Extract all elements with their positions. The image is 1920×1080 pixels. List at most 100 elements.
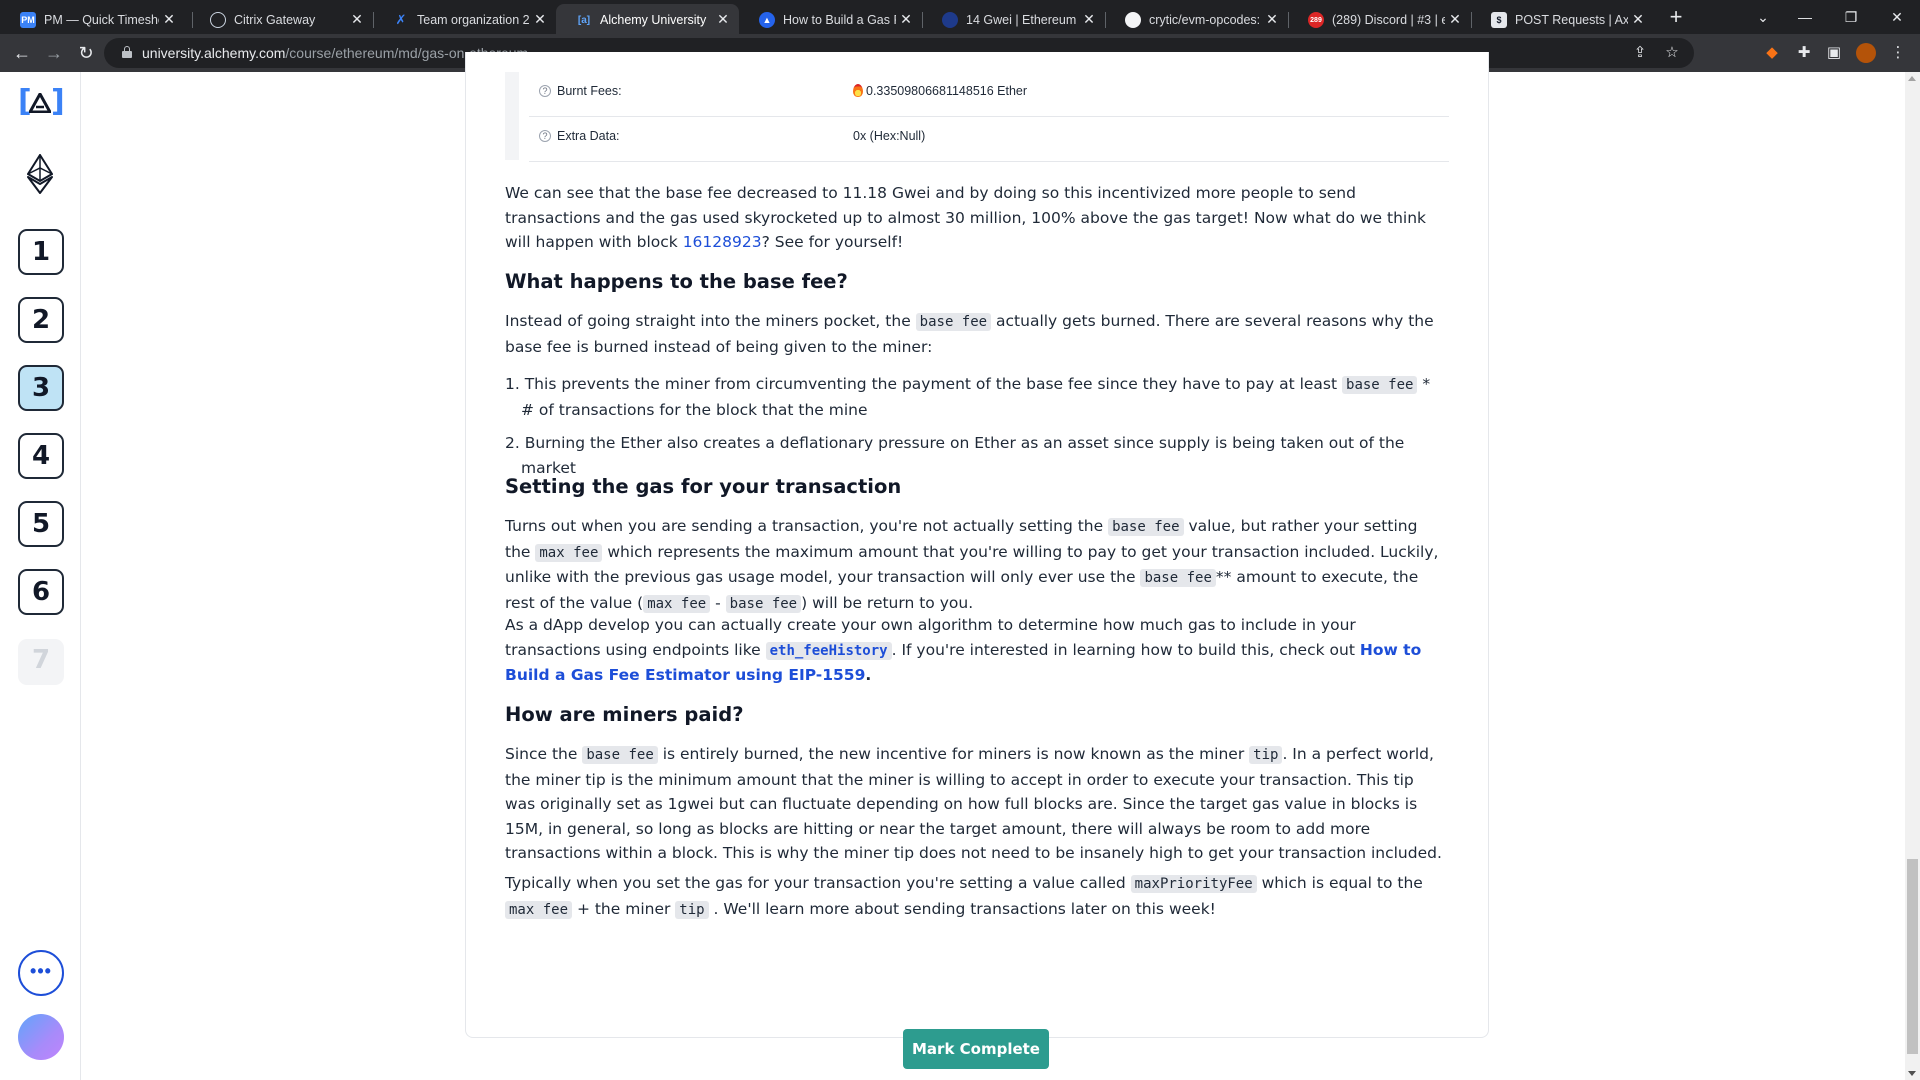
text: .: [865, 666, 872, 684]
scrollbar-thumb[interactable]: [1907, 859, 1918, 1054]
extensions-puzzle-icon[interactable]: ✚: [1794, 43, 1814, 63]
step-button-7-locked[interactable]: 7: [18, 639, 64, 685]
user-avatar[interactable]: [18, 1014, 64, 1060]
browser-tab[interactable]: Citrix Gateway ✕: [190, 4, 373, 34]
browser-menu-icon[interactable]: ⋮: [1888, 43, 1908, 63]
step-button-3-current[interactable]: 3: [18, 365, 64, 411]
inline-code: base fee: [1140, 569, 1216, 587]
text: + the miner: [572, 899, 676, 918]
close-tab-icon[interactable]: ✕: [349, 11, 365, 27]
restore-window-button[interactable]: ❐: [1836, 6, 1866, 28]
browser-tab[interactable]: 289 (289) Discord | #3 | eth ✕: [1288, 4, 1471, 34]
paragraph-max-fee: Turns out when you are sending a transac…: [505, 514, 1447, 616]
share-icon[interactable]: ⇪: [1630, 43, 1650, 63]
alchemy-university-favicon-icon: [a]: [577, 14, 591, 26]
inline-code: tip: [1249, 746, 1283, 764]
url-host: university.alchemy.com: [142, 45, 286, 61]
help-circle-icon: ?: [539, 85, 551, 97]
text: Instead of going straight into the miner…: [505, 312, 916, 330]
close-tab-icon[interactable]: ✕: [1447, 11, 1463, 27]
text: is entirely burned, the new incentive fo…: [657, 745, 1250, 763]
paragraph-base-fee-burned: Instead of going straight into the miner…: [505, 309, 1447, 359]
course-sidebar: [ ] 1 2 3 4 5 6 7 •••: [0, 72, 81, 1080]
burnt-fees-row: ? Burnt Fees: 0.33509806681148516 Ether: [529, 72, 1449, 117]
close-tab-icon[interactable]: ✕: [715, 11, 731, 27]
timesheet-favicon-icon: PM: [20, 12, 36, 28]
tab-title: POST Requests | Axios: [1515, 13, 1628, 27]
ethereum-icon[interactable]: [27, 154, 53, 194]
minimize-window-button[interactable]: —: [1790, 6, 1820, 28]
burnt-fees-value: 0.33509806681148516 Ether: [853, 84, 1027, 98]
page: [ ] 1 2 3 4 5 6 7 ••• ? Burnt Fees: 0.33…: [0, 52, 1920, 1080]
text: which is equal to the: [1256, 874, 1423, 892]
fee-history-code-link[interactable]: eth_feeHistory: [765, 641, 892, 660]
browser-tab[interactable]: crytic/evm-opcodes: E ✕: [1105, 4, 1288, 34]
text: Turns out when you are sending a transac…: [505, 517, 1109, 535]
inline-code: base fee: [582, 746, 658, 764]
browser-tab[interactable]: 14 Gwei | Ethereum G ✕: [922, 4, 1105, 34]
tab-title: Alchemy University: [600, 13, 707, 27]
flame-icon: [853, 84, 863, 97]
heading-what-happens-base-fee: What happens to the base fee?: [505, 270, 848, 293]
inline-code: base fee: [1342, 376, 1418, 394]
list-item: 1. This prevents the miner from circumve…: [505, 372, 1447, 422]
inline-code: tip: [675, 900, 709, 919]
extra-data-value: 0x (Hex:Null): [853, 129, 926, 143]
bookmark-star-icon[interactable]: ☆: [1662, 43, 1682, 63]
alchemy-triangle-icon: [29, 93, 51, 113]
reload-icon[interactable]: ↻: [74, 41, 98, 65]
close-window-button[interactable]: ✕: [1882, 6, 1912, 28]
profile-avatar-icon[interactable]: [1856, 43, 1876, 63]
text: ? See for yourself!: [761, 233, 904, 251]
browser-tab[interactable]: ▲ How to Build a Gas Fe ✕: [739, 4, 922, 34]
metamask-extension-icon[interactable]: ◆: [1762, 43, 1782, 63]
inline-code: base fee: [725, 594, 802, 613]
heading-miners-paid: How are miners paid?: [505, 703, 744, 726]
tab-title: Citrix Gateway: [234, 13, 316, 27]
close-tab-icon[interactable]: ✕: [898, 11, 914, 27]
step-button-6[interactable]: 6: [18, 569, 64, 615]
step-button-5[interactable]: 5: [18, 501, 64, 547]
browser-tab-active[interactable]: [a] Alchemy University ✕: [556, 4, 739, 34]
back-arrow-icon[interactable]: ←: [10, 41, 34, 65]
inline-code: base fee: [1108, 518, 1184, 536]
tab-title: PM — Quick Timeshee: [44, 13, 159, 27]
inline-code: max fee: [643, 594, 711, 613]
step-button-4[interactable]: 4: [18, 433, 64, 479]
step-button-2[interactable]: 2: [18, 297, 64, 343]
text: Typically when you set the gas for your …: [505, 874, 1131, 892]
step-button-1[interactable]: 1: [18, 229, 64, 275]
browser-tab[interactable]: ✗ Team organization 202 ✕: [373, 4, 556, 34]
text: We can see that the base fee decreased t…: [505, 184, 1427, 251]
browser-tab[interactable]: $ POST Requests | Axios ✕: [1471, 4, 1654, 34]
text: ) will be return to you.: [801, 593, 974, 612]
close-tab-icon[interactable]: ✕: [161, 11, 177, 27]
more-options-button[interactable]: •••: [18, 950, 64, 996]
tab-search-icon[interactable]: ⌄: [1748, 6, 1778, 28]
page-scrollbar[interactable]: [1905, 72, 1920, 1080]
close-tab-icon[interactable]: ✕: [532, 11, 548, 27]
heading-setting-gas: Setting the gas for your transaction: [505, 475, 902, 498]
close-tab-icon[interactable]: ✕: [1264, 11, 1280, 27]
close-tab-icon[interactable]: ✕: [1081, 11, 1097, 27]
lock-icon[interactable]: [122, 46, 132, 58]
extra-data-label: Extra Data:: [557, 129, 620, 143]
block-link[interactable]: 16128923: [683, 233, 762, 251]
paragraph-miner-tip: Since the base fee is entirely burned, t…: [505, 742, 1447, 866]
tab-title: 14 Gwei | Ethereum G: [966, 13, 1079, 27]
close-tab-icon[interactable]: ✕: [1630, 11, 1646, 27]
side-panel-icon[interactable]: ▣: [1824, 43, 1844, 63]
scroll-down-arrow-icon[interactable]: [1908, 1071, 1916, 1076]
inline-code: maxPriorityFee: [1130, 875, 1257, 893]
alchemy-university-logo[interactable]: [ ]: [18, 86, 65, 120]
new-tab-button[interactable]: +: [1664, 6, 1688, 30]
text: . We'll learn more about sending transac…: [708, 899, 1216, 918]
scroll-up-arrow-icon[interactable]: [1908, 76, 1916, 81]
browser-tab[interactable]: PM PM — Quick Timeshee ✕: [0, 4, 185, 34]
burnt-fees-label: Burnt Fees:: [557, 84, 622, 98]
confluence-favicon-icon: ✗: [395, 12, 407, 27]
mark-complete-button[interactable]: Mark Complete: [903, 1029, 1049, 1069]
paragraph-max-priority-fee: Typically when you set the gas for your …: [505, 871, 1447, 922]
forward-arrow-icon[interactable]: →: [42, 41, 66, 65]
help-circle-icon: ?: [539, 130, 551, 142]
